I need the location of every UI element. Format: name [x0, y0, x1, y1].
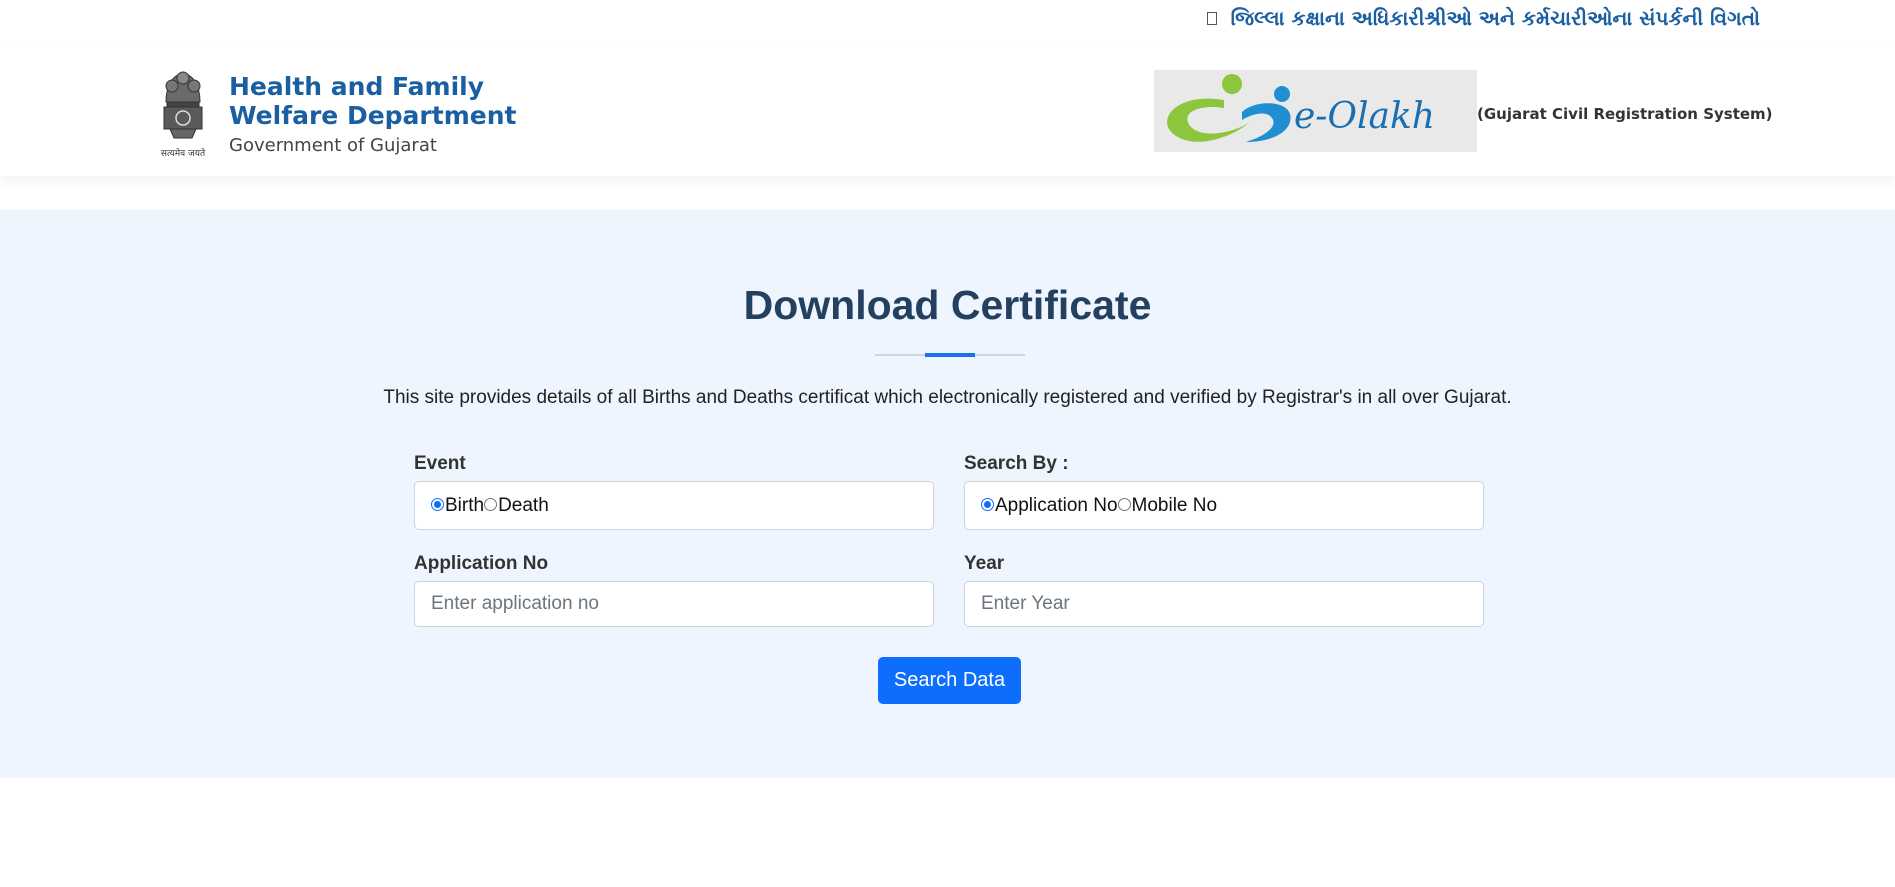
search-by-mobile-label: Mobile No — [1131, 494, 1218, 516]
radio-unchecked-icon — [1117, 498, 1131, 511]
intro-text: This site provides details of all Births… — [383, 387, 1512, 408]
application-no-input[interactable] — [414, 581, 934, 627]
search-by-field: Search By : Application No Mobile No — [964, 453, 1484, 530]
event-death-radio[interactable]: Death — [484, 495, 549, 517]
search-by-label: Search By : — [964, 453, 1069, 474]
olakh-logo-text: e-Olakh — [1294, 96, 1435, 137]
ashoka-emblem-icon: सत्यमेव जयते — [161, 71, 206, 159]
district-officers-contact-link[interactable]: જિલ્લા કક્ષાના અધિકારીશ્રીઓ અને કર્મચારી… — [1206, 6, 1760, 30]
event-field: Event Birth Death — [414, 453, 934, 530]
government-name: Government of Gujarat — [229, 135, 437, 156]
title-divider-accent — [925, 353, 975, 357]
emblem-motto: सत्यमेव जयते — [161, 147, 206, 159]
year-field: Year — [964, 553, 1484, 627]
department-name: Health and Family Welfare Department — [229, 72, 517, 130]
search-data-button[interactable]: Search Data — [878, 657, 1021, 704]
site-header: सत्यमेव जयते Health and Family Welfare D… — [0, 42, 1895, 176]
search-by-application-label: Application No — [995, 494, 1118, 516]
event-radio-group: Birth Death — [414, 481, 934, 530]
event-birth-label: Birth — [445, 494, 485, 516]
year-input[interactable] — [964, 581, 1484, 627]
radio-checked-icon — [981, 498, 994, 511]
search-by-mobile-radio[interactable]: Mobile No — [1117, 494, 1218, 517]
event-label: Event — [414, 453, 466, 474]
radio-unchecked-icon — [484, 498, 498, 511]
certificate-section: Download Certificate This site provides … — [0, 210, 1895, 778]
department-title-block: Health and Family Welfare Department Gov… — [229, 72, 589, 156]
application-no-field: Application No — [414, 553, 934, 627]
event-birth-radio[interactable]: Birth — [431, 495, 484, 517]
search-by-application-radio[interactable]: Application No — [981, 495, 1118, 517]
radio-checked-icon — [431, 498, 444, 511]
e-olakh-logo: e-Olakh — [1154, 70, 1477, 152]
contact-link-label: જિલ્લા કક્ષાના અધિકારીશ્રીઓ અને કર્મચારી… — [1230, 6, 1760, 30]
top-bar: જિલ્લા કક્ષાના અધિકારીશ્રીઓ અને કર્મચારી… — [0, 0, 1895, 42]
phone-icon — [1206, 11, 1217, 25]
event-death-label: Death — [498, 494, 549, 516]
page-title: Download Certificate — [743, 282, 1152, 328]
search-by-radio-group: Application No Mobile No — [964, 481, 1484, 530]
olakh-caption: (Gujarat Civil Registration System) — [1477, 105, 1773, 123]
application-no-label: Application No — [414, 553, 549, 574]
year-label: Year — [964, 553, 1005, 574]
